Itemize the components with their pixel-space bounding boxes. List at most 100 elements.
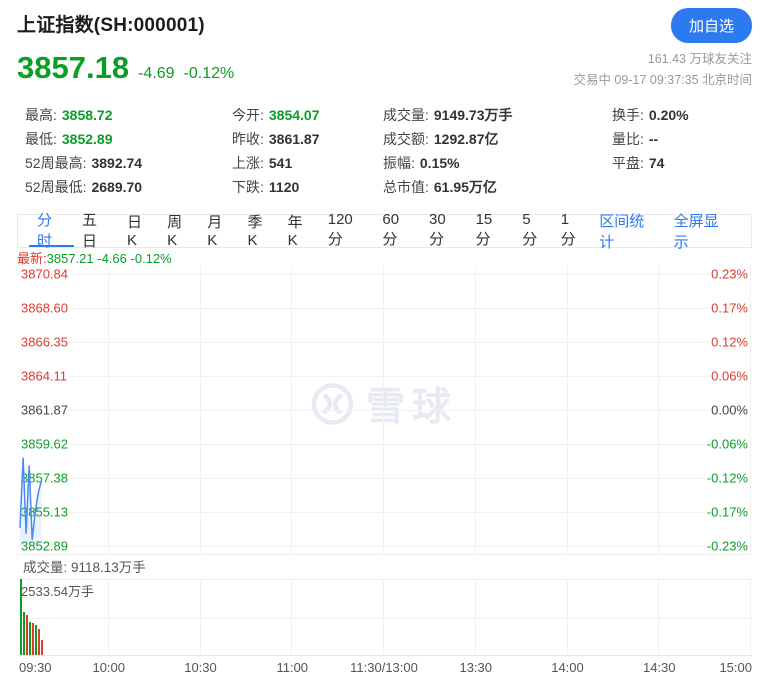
volume-bar xyxy=(41,640,43,655)
stat-value: 3861.87 xyxy=(269,131,320,147)
stat-label: 最高: xyxy=(25,107,57,123)
chart-tool-link[interactable]: 全屏显示 xyxy=(666,210,740,252)
stat-value: 9149.73万手 xyxy=(434,107,513,123)
stat-label: 52周最高: xyxy=(25,155,86,171)
chart-period-tabbar: 分时五日日K周K月K季K年K120分60分30分15分5分1分 区间统计全屏显示 xyxy=(17,214,752,248)
stat-label: 换手: xyxy=(612,107,644,123)
quote-summary: 3857.18 -4.69 -0.12% 161.43 万球友关注 交易中 09-1… xyxy=(0,51,769,89)
stat-label: 总市值: xyxy=(383,179,429,195)
volume-scale-label: 2533.54万手 xyxy=(21,581,94,600)
stat-item: 成交额: 1292.87亿 xyxy=(383,127,612,151)
stat-item: 昨收: 3861.87 xyxy=(232,127,383,151)
latest-price: 3857.21 xyxy=(47,251,94,266)
chart-period-tab[interactable]: 年K xyxy=(280,215,320,247)
stat-item: 52周最高: 3892.74 xyxy=(25,151,232,175)
time-axis: 09:30 10:00 10:30 11:00 11:30/13:00 13:30 14:0… xyxy=(17,656,752,678)
stat-label: 今开: xyxy=(232,107,264,123)
stat-value: 3852.89 xyxy=(62,131,113,147)
stat-item: 最低: 3852.89 xyxy=(25,127,232,151)
stat-label: 昨收: xyxy=(232,131,264,147)
chart-tools: 区间统计全屏显示 xyxy=(591,215,740,247)
time-axis-label: 10:00 xyxy=(92,660,125,675)
followers-count: 161.43 万球友关注 xyxy=(573,49,752,70)
volume-bar xyxy=(32,623,34,655)
stat-item: 总市值: 61.95万亿 xyxy=(383,175,612,199)
volume-bar xyxy=(29,622,31,655)
volume-bar xyxy=(26,615,28,655)
stat-item: 平盘: 74 xyxy=(612,151,752,175)
stat-item: 成交量: 9149.73万手 xyxy=(383,103,612,127)
stat-label: 成交量: xyxy=(383,107,429,123)
stat-value: 541 xyxy=(269,155,292,171)
chart-period-tab[interactable]: 5分 xyxy=(514,215,553,247)
volume-bar xyxy=(35,625,37,655)
stat-value: 1120 xyxy=(269,179,299,195)
stat-item: 量比: -- xyxy=(612,127,752,151)
stat-value: 3892.74 xyxy=(91,155,142,171)
volume-chart[interactable]: 2533.54万手 xyxy=(17,580,752,656)
chart-period-tab[interactable]: 120分 xyxy=(320,215,375,247)
chart-period-tab[interactable]: 五日 xyxy=(74,215,119,247)
volume-bar xyxy=(38,629,40,655)
stat-item: 换手: 0.20% xyxy=(612,103,752,127)
chart-period-tabs: 分时五日日K周K月K季K年K120分60分30分15分5分1分 xyxy=(29,215,591,247)
time-axis-label: 13:30 xyxy=(459,660,492,675)
chart-period-tab[interactable]: 30分 xyxy=(421,215,468,247)
stat-item: 最高:3858.72 xyxy=(25,103,232,127)
stat-label: 最低: xyxy=(25,131,57,147)
stats-column: 换手: 0.20% 量比: -- 平盘: 74 xyxy=(612,103,752,199)
stat-label: 下跌: xyxy=(232,179,264,195)
quote-meta: 161.43 万球友关注 交易中 09-17 09:37:35 北京时间 xyxy=(573,49,752,90)
volume-bar xyxy=(23,612,25,655)
chart-period-tab[interactable]: 15分 xyxy=(468,215,515,247)
time-axis-label: 09:30 xyxy=(19,660,52,675)
intraday-price-chart[interactable]: 雪球 3870.840.23%3868.600.17%3866.350.12%3… xyxy=(17,266,752,554)
chart-period-tab[interactable]: 季K xyxy=(239,215,279,247)
stat-value: 1292.87亿 xyxy=(434,131,499,147)
page-title: 上证指数(SH:000001) xyxy=(17,15,205,36)
stat-item: 今开: 3854.07 xyxy=(232,103,383,127)
time-axis-label: 10:30 xyxy=(184,660,217,675)
stats-column: 今开: 3854.07 昨收: 3861.87 上涨: 541 下跌: 1120 xyxy=(232,103,383,199)
chart-period-tab[interactable]: 分时 xyxy=(29,215,74,247)
time-axis-label: 14:30 xyxy=(643,660,676,675)
stat-value: 3854.07 xyxy=(269,107,320,123)
price-change: -4.69 xyxy=(138,65,174,82)
chart-period-tab[interactable]: 日K xyxy=(119,215,159,247)
stat-value: 0.20% xyxy=(649,107,689,123)
price-line-svg xyxy=(17,266,751,554)
stat-item: 下跌: 1120 xyxy=(232,175,383,199)
chart-period-tab[interactable]: 月K xyxy=(199,215,239,247)
stat-value: 74 xyxy=(649,155,665,171)
latest-percent: -0.12% xyxy=(131,251,172,266)
price-change-percent: -0.12% xyxy=(184,65,235,82)
stat-value: 0.15% xyxy=(420,155,460,171)
stat-value: -- xyxy=(649,131,658,147)
stat-label: 振幅: xyxy=(383,155,415,171)
chart-period-tab[interactable]: 60分 xyxy=(374,215,421,247)
stats-grid: 最高:3858.72最低:3852.8952周最高:3892.7452周最低:2… xyxy=(0,103,769,199)
time-axis-label: 14:00 xyxy=(551,660,584,675)
stat-label: 成交额: xyxy=(383,131,429,147)
latest-label: 最新: xyxy=(17,251,47,266)
stats-column: 最高:3858.72最低:3852.8952周最高:3892.7452周最低:2… xyxy=(25,103,232,199)
stat-item: 振幅: 0.15% xyxy=(383,151,612,175)
time-axis-label: 11:30/13:00 xyxy=(350,660,418,675)
time-axis-label: 11:00 xyxy=(276,660,308,675)
stat-item: 上涨: 541 xyxy=(232,151,383,175)
page-header: 上证指数(SH:000001) 加自选 xyxy=(0,0,769,37)
stat-value: 2689.70 xyxy=(91,179,142,195)
time-axis-label: 15:00 xyxy=(719,660,752,675)
chart-tool-link[interactable]: 区间统计 xyxy=(591,210,665,252)
stat-label: 上涨: xyxy=(232,155,264,171)
current-price: 3857.18 xyxy=(17,50,129,85)
stock-quote-page: 上证指数(SH:000001) 加自选 3857.18 -4.69 -0.12% 1… xyxy=(0,0,769,690)
chart-period-tab[interactable]: 周K xyxy=(159,215,199,247)
chart-period-tab[interactable]: 1分 xyxy=(553,215,592,247)
volume-header: 成交量: 9118.13万手 xyxy=(17,554,752,580)
stats-column: 成交量: 9149.73万手成交额: 1292.87亿振幅: 0.15% 总市值: 61.… xyxy=(383,103,612,199)
stat-label: 量比: xyxy=(612,131,644,147)
stat-label: 平盘: xyxy=(612,155,644,171)
stat-value: 61.95万亿 xyxy=(434,179,497,195)
add-watchlist-button[interactable]: 加自选 xyxy=(671,8,752,43)
